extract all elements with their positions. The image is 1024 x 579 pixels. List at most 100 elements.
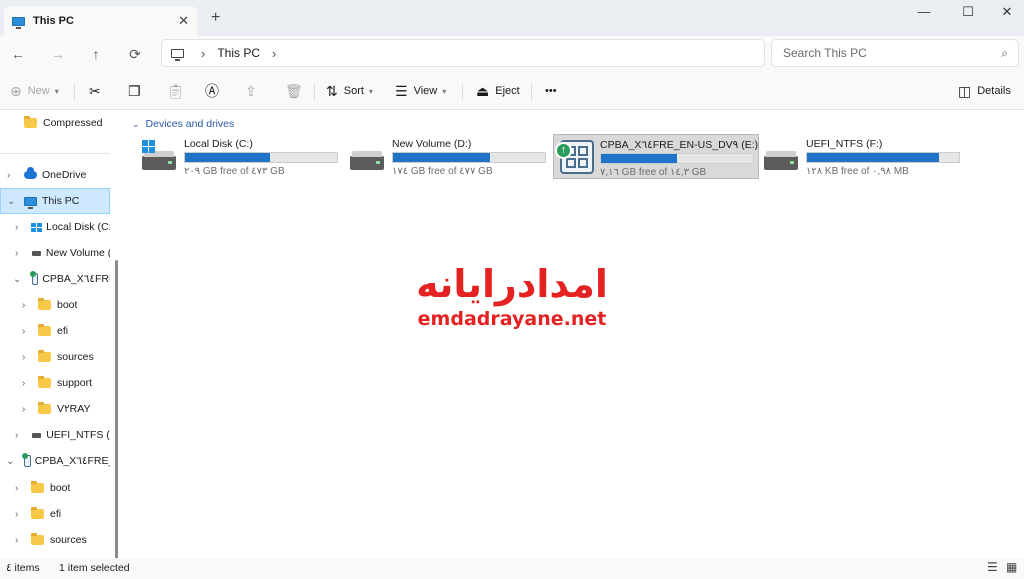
breadcrumb-this-pc[interactable]: This PC [217, 46, 260, 60]
clipboard-icon: 📋︎ [167, 82, 185, 99]
folder-icon [24, 116, 37, 128]
drive-icon [32, 432, 42, 438]
divider [531, 84, 532, 100]
address-bar[interactable]: › This PC › [161, 39, 765, 67]
more-options-button[interactable]: ••• [545, 81, 557, 101]
up-arrow-icon: ↑ [555, 142, 572, 159]
search-input[interactable] [783, 46, 983, 60]
navigation-bar: ← → ↑ ⟳ › This PC › ⌕ [0, 36, 1024, 72]
search-box[interactable]: ⌕ [771, 39, 1019, 67]
item-count: ٤ items [6, 562, 40, 574]
minimize-button[interactable]: — [909, 4, 939, 19]
trash-icon: 🗑︎ [285, 82, 303, 99]
sidebar-item-support[interactable]: › support [0, 370, 110, 396]
drive-tile-e[interactable]: ↑ CPBA_X٦٤FRE_EN-US_DV٩ (E:) ٧,١٦ GB fre… [553, 134, 759, 179]
divider [74, 84, 75, 100]
chevron-right-icon[interactable]: › [15, 430, 18, 441]
folder-icon [31, 507, 44, 519]
eject-button[interactable]: ⏏ Eject [476, 81, 520, 101]
view-label: View [413, 85, 438, 97]
refresh-button[interactable]: ⟳ [125, 44, 145, 64]
tab-close-icon[interactable]: ✕ [178, 13, 189, 29]
new-button[interactable]: ⊕ New ▾ [10, 81, 59, 101]
chevron-down-icon: ▾ [442, 86, 447, 96]
up-button[interactable]: ↑ [86, 44, 106, 64]
sidebar-item-onedrive[interactable]: › OneDrive [0, 162, 110, 188]
close-window-button[interactable]: ✕ [992, 4, 1022, 20]
eject-label: Eject [495, 85, 520, 97]
title-bar: This PC ✕ + — ☐ ✕ [0, 0, 1024, 36]
setup-drive-icon [22, 453, 31, 467]
chevron-down-icon: ▾ [54, 86, 59, 96]
divider [314, 84, 315, 100]
new-tab-button[interactable]: + [211, 9, 220, 27]
sidebar-item-boot[interactable]: › boot [0, 475, 110, 501]
chevron-right-icon[interactable]: › [22, 404, 25, 415]
folder-icon [31, 533, 44, 545]
drive-name: Local Disk (C:) [184, 138, 253, 150]
share-button[interactable]: ⇪ [245, 81, 263, 101]
drive-icon [32, 250, 41, 256]
selection-count: 1 item selected [59, 562, 130, 574]
sidebar-item-v2ray[interactable]: › V٢RAY [0, 396, 110, 422]
sidebar-item-sources[interactable]: › sources [0, 344, 110, 370]
chevron-right-icon[interactable]: › [15, 248, 18, 259]
chevron-right-icon[interactable]: › [15, 535, 18, 546]
drive-name: CPBA_X٦٤FRE_EN-US_DV٩ (E:) [600, 139, 759, 151]
details-view-icon[interactable]: ☰ [987, 560, 998, 574]
chevron-down-icon: ⌄ [132, 118, 140, 129]
capacity-bar [392, 152, 546, 163]
chevron-right-icon[interactable]: › [7, 170, 10, 181]
navigation-pane[interactable]: Compressed › OneDrive ⌄ This PC › Local … [0, 110, 123, 566]
chevron-right-icon[interactable]: › [22, 378, 25, 389]
tab-this-pc[interactable]: This PC ✕ [4, 6, 197, 36]
sort-label: Sort [343, 85, 364, 97]
copy-button[interactable]: ❐ [128, 81, 147, 101]
back-button[interactable]: ← [8, 44, 28, 64]
sort-button[interactable]: ⇅ Sort ▾ [326, 81, 373, 101]
new-label: New [27, 85, 50, 97]
drive-tile-d[interactable]: New Volume (D:) ١٧٤ GB free of ٤٧٧ GB [346, 134, 552, 180]
sidebar-item-setup-drive-e-root[interactable]: ⌄ CPBA_X٦٤FRE_EN-US_DV٩ (E:) [0, 448, 110, 474]
sidebar-item-sources[interactable]: › sources [0, 527, 110, 553]
delete-button[interactable]: 🗑︎ [285, 81, 309, 101]
sidebar-item-efi[interactable]: › efi [0, 501, 110, 527]
details-label: Details [977, 85, 1011, 97]
maximize-button[interactable]: ☐ [953, 4, 983, 20]
details-button[interactable]: ◫ Details [958, 81, 1011, 101]
sidebar-item-uefi-ntfs-f[interactable]: › UEFI_NTFS (F:) [0, 422, 110, 448]
breadcrumb-chevron-icon[interactable]: › [272, 46, 276, 61]
drive-name: New Volume (D:) [392, 138, 472, 150]
setup-drive-icon: ↑ [555, 140, 594, 174]
forward-button[interactable]: → [48, 44, 68, 64]
windows-drive-icon [31, 222, 42, 232]
chevron-down-icon[interactable]: ⌄ [6, 456, 14, 467]
view-button[interactable]: ☰ View ▾ [395, 81, 446, 101]
tiles-view-icon[interactable]: ▦ [1006, 560, 1017, 574]
free-space-text: ١٧٤ GB free of ٤٧٧ GB [392, 166, 493, 177]
cut-button[interactable]: ✂ [89, 81, 107, 101]
sidebar-item-this-pc[interactable]: ⌄ This PC [0, 188, 110, 214]
group-header-devices[interactable]: ⌄ Devices and drives [132, 118, 234, 130]
folder-icon [31, 481, 44, 493]
chevron-right-icon[interactable]: › [15, 483, 18, 494]
drive-tile-f[interactable]: UEFI_NTFS (F:) ١٢٨ KB free of ٠,٩٨ MB [760, 134, 966, 180]
watermark-persian: امدادرایانه [416, 262, 608, 306]
paste-button[interactable]: 📋︎ [167, 81, 191, 101]
rename-button[interactable]: Ⓐ [205, 81, 225, 101]
chevron-down-icon[interactable]: ⌄ [7, 196, 15, 207]
sidebar-item-compressed[interactable]: Compressed [0, 110, 110, 136]
search-icon: ⌕ [1001, 46, 1008, 60]
chevron-right-icon[interactable]: › [22, 352, 25, 363]
drive-tile-c[interactable]: Local Disk (C:) ٢٠٩ GB free of ٤٧٣ GB [138, 134, 344, 180]
capacity-bar [600, 153, 754, 164]
sidebar-item-local-disk-c[interactable]: › Local Disk (C:) [0, 214, 110, 240]
drive-name: UEFI_NTFS (F:) [806, 138, 883, 150]
file-list[interactable]: ⌄ Devices and drives Local Disk (C:) ٢٠٩… [124, 110, 1024, 558]
capacity-bar [184, 152, 338, 163]
chevron-right-icon[interactable]: › [15, 222, 18, 233]
share-icon: ⇪ [245, 82, 257, 99]
chevron-right-icon[interactable]: › [15, 509, 18, 520]
status-bar: ٤ items 1 item selected ☰ ▦ [0, 558, 1024, 579]
eject-icon: ⏏ [476, 82, 490, 99]
